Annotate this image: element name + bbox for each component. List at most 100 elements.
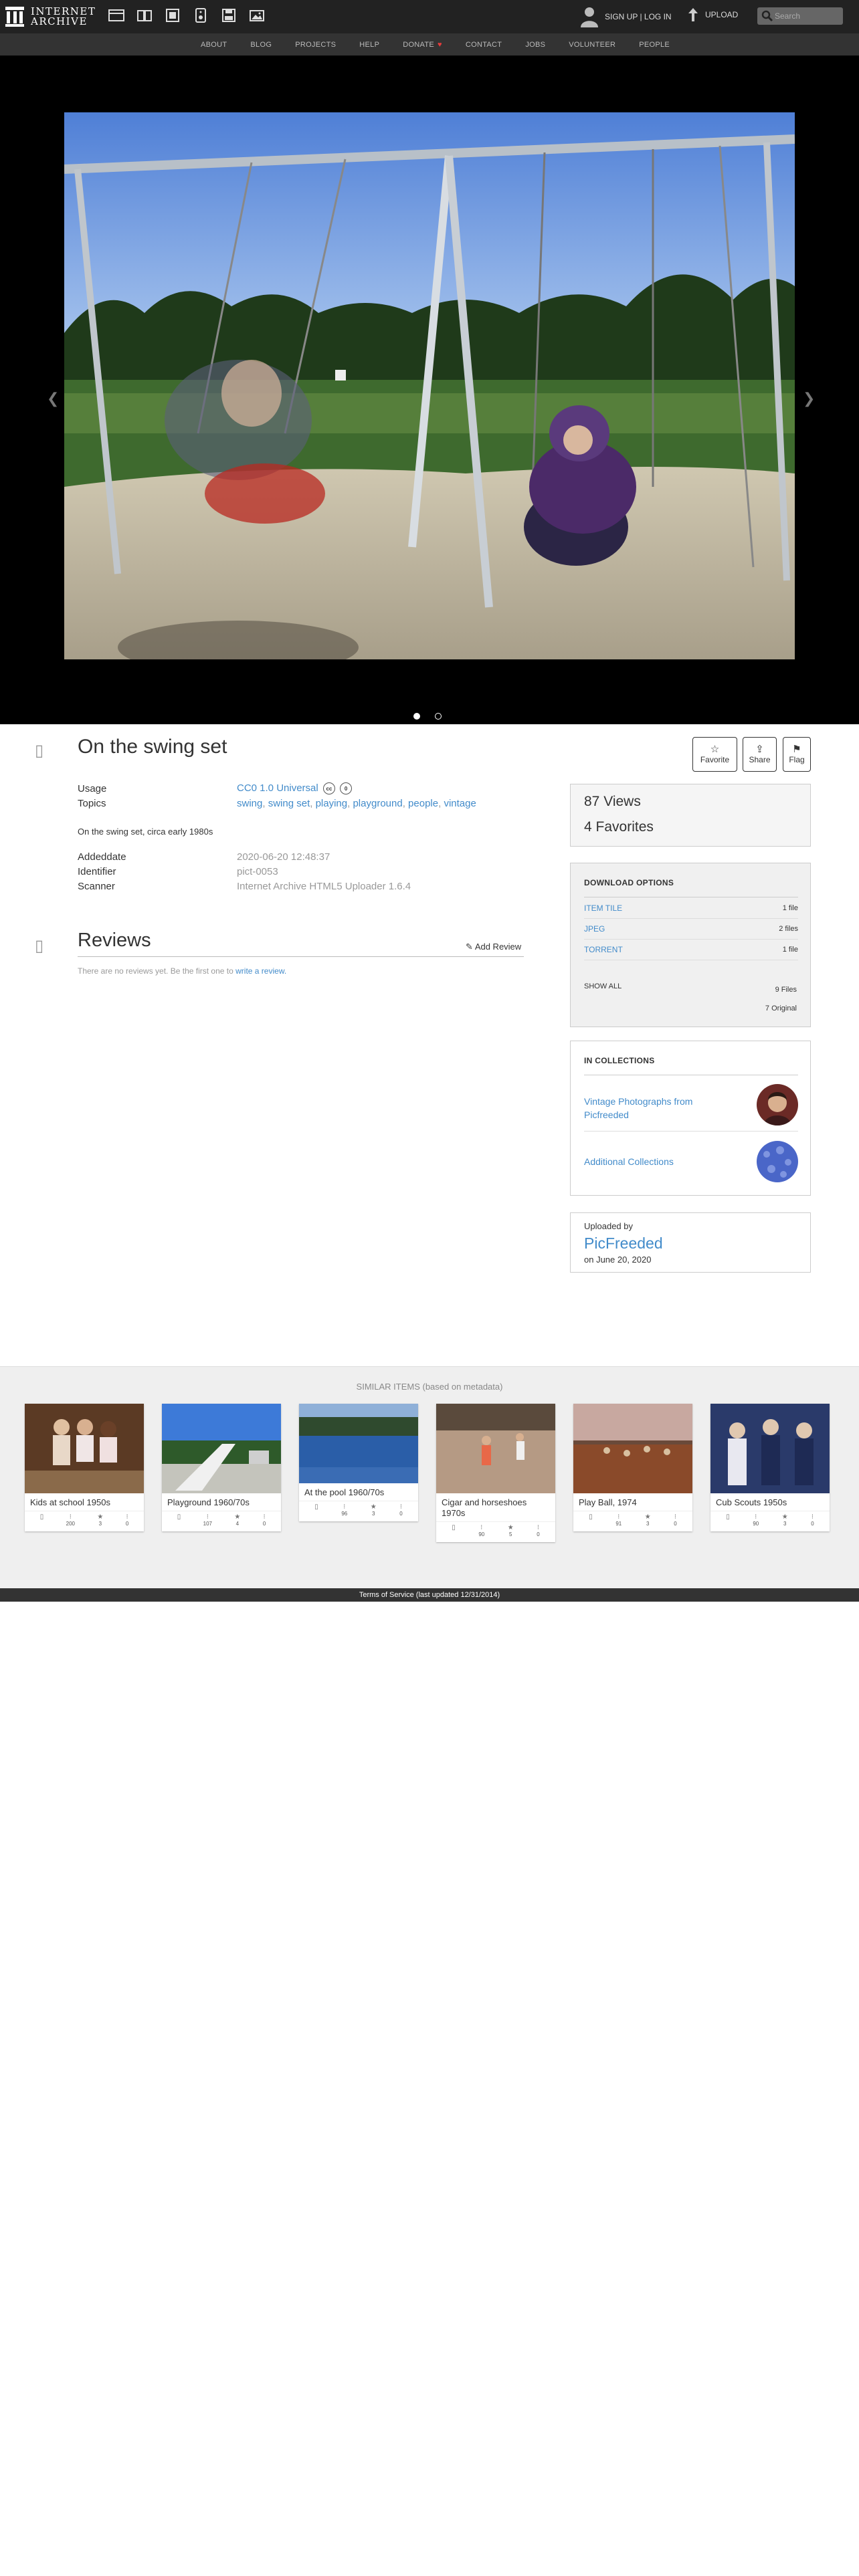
views-count: 200: [66, 1521, 75, 1527]
similar-item-thumbnail[interactable]: [25, 1404, 144, 1493]
similar-item-title[interactable]: Playground 1960/70s: [162, 1493, 281, 1511]
topic-link[interactable]: playing: [316, 798, 348, 809]
license-link[interactable]: CC0 1.0 Universal: [237, 782, 318, 794]
flag-button[interactable]: ⚑ Flag: [783, 737, 811, 772]
collection-link[interactable]: Vintage Photographs from Picfreeded: [584, 1095, 731, 1121]
main-photo[interactable]: [64, 112, 795, 659]
topic-link[interactable]: playground: [353, 798, 402, 809]
download-count: 1 file: [782, 904, 798, 912]
addeddate-value: 2020-06-20 12:48:37: [237, 851, 330, 863]
collection-thumbnail[interactable]: [757, 1141, 798, 1182]
topic-link[interactable]: vintage: [444, 798, 476, 809]
similar-item-thumbnail[interactable]: [162, 1404, 281, 1493]
carousel-dot-2[interactable]: [435, 713, 442, 720]
similar-item-card[interactable]: Playground 1960/70s ▯ ⁝ 107 ★ 4 ⁝ 0: [162, 1404, 281, 1531]
download-count: 2 files: [779, 925, 798, 933]
search-input[interactable]: [773, 11, 840, 21]
favorite-star-icon: ★: [370, 1503, 377, 1511]
image-type-icon: ▯: [177, 1513, 181, 1521]
similar-item-thumbnail[interactable]: [299, 1404, 418, 1483]
images-icon[interactable]: [248, 5, 266, 25]
download-format[interactable]: TORRENT: [584, 945, 623, 954]
download-format[interactable]: ITEM TILE: [584, 903, 622, 913]
similar-item-title[interactable]: Kids at school 1950s: [25, 1493, 144, 1511]
reviews-count: 0: [674, 1521, 677, 1527]
download-options-box: DOWNLOAD OPTIONS ITEM TILE 1 file JPEG 2…: [570, 863, 811, 1027]
user-avatar-icon[interactable]: [579, 5, 599, 28]
nav-people[interactable]: PEOPLE: [639, 41, 670, 49]
upload-button[interactable]: UPLOAD: [686, 7, 738, 23]
nav-projects[interactable]: PROJECTS: [295, 41, 336, 49]
similar-item-title[interactable]: Play Ball, 1974: [573, 1493, 692, 1511]
similar-item-card[interactable]: Cigar and horseshoes 1970s ▯ ⁝ 90 ★ 5 ⁝ 0: [436, 1404, 555, 1542]
collection-item[interactable]: Vintage Photographs from Picfreeded: [584, 1083, 798, 1132]
favorite-label: Favorite: [700, 755, 730, 764]
signup-login-link[interactable]: SIGN UP | LOG IN: [605, 12, 672, 21]
similar-item-thumbnail[interactable]: [710, 1404, 830, 1493]
favorites-count: 3: [783, 1521, 787, 1527]
favorite-button[interactable]: ☆ Favorite: [692, 737, 737, 772]
views-count: 87 Views: [584, 794, 641, 809]
carousel-dot-1[interactable]: [413, 713, 420, 720]
media-type-icons: [107, 5, 266, 25]
web-icon[interactable]: [107, 5, 126, 25]
nav-donate-label: DONATE: [403, 40, 435, 49]
scanner-row: Scanner Internet Archive HTML5 Uploader …: [78, 879, 533, 893]
download-row[interactable]: JPEG 2 files: [584, 919, 798, 940]
download-format[interactable]: JPEG: [584, 924, 605, 934]
terms-of-service-link[interactable]: Terms of Service (last updated 12/31/201…: [359, 1591, 500, 1599]
internet-archive-logo[interactable]: INTERNET ARCHIVE: [5, 4, 96, 29]
collection-link[interactable]: Additional Collections: [584, 1155, 731, 1168]
add-review-button[interactable]: ✎ Add Review: [466, 942, 521, 952]
favorites-count: 3: [98, 1521, 102, 1527]
similar-item-card[interactable]: Kids at school 1950s ▯ ⁝ 200 ★ 3 ⁝ 0: [25, 1404, 144, 1531]
similar-item-thumbnail[interactable]: [436, 1404, 555, 1493]
search-icon[interactable]: [761, 10, 773, 22]
uploader-link[interactable]: PicFreeded: [584, 1235, 663, 1253]
nav-about[interactable]: ABOUT: [201, 41, 227, 49]
views-count: 90: [753, 1521, 759, 1527]
collections-box: IN COLLECTIONS Vintage Photographs from …: [570, 1041, 811, 1196]
share-button[interactable]: ⇪ Share: [743, 737, 777, 772]
nav-donate[interactable]: DONATE ♥: [403, 41, 442, 49]
image-item-icon: ▯: [35, 741, 44, 760]
nav-volunteer[interactable]: VOLUNTEER: [569, 41, 615, 49]
similar-item-card[interactable]: At the pool 1960/70s ▯ ⁝ 96 ★ 3 ⁝ 0: [299, 1404, 418, 1521]
audio-icon[interactable]: [191, 5, 210, 25]
upload-icon: [688, 8, 698, 21]
nav-jobs[interactable]: JOBS: [525, 41, 545, 49]
page-title: On the swing set: [78, 736, 227, 758]
similar-item-title[interactable]: At the pool 1960/70s: [299, 1483, 418, 1501]
download-row[interactable]: ITEM TILE 1 file: [584, 898, 798, 919]
reviews-icon: ⁝: [263, 1513, 266, 1521]
similar-item-card[interactable]: Cub Scouts 1950s ▯ ⁝ 90 ★ 3 ⁝ 0: [710, 1404, 830, 1531]
collection-item[interactable]: Additional Collections: [584, 1139, 798, 1186]
nav-contact[interactable]: CONTACT: [466, 41, 502, 49]
image-theatre: ❮ ❯: [0, 56, 859, 724]
similar-item-card[interactable]: Play Ball, 1974 ▯ ⁝ 91 ★ 3 ⁝ 0: [573, 1404, 692, 1531]
reviews-heading: Reviews: [78, 930, 151, 951]
software-icon[interactable]: [219, 5, 238, 25]
nav-blog[interactable]: BLOG: [250, 41, 272, 49]
topic-link[interactable]: swing: [237, 798, 262, 809]
carousel-next-arrow-icon[interactable]: ❯: [803, 390, 815, 407]
topic-link[interactable]: people: [408, 798, 438, 809]
topic-link[interactable]: swing set: [268, 798, 310, 809]
write-review-link[interactable]: write a review.: [235, 966, 286, 976]
collection-thumbnail[interactable]: [757, 1084, 798, 1125]
favorites-count: 5: [509, 1531, 512, 1537]
carousel-prev-arrow-icon[interactable]: ❮: [47, 390, 59, 407]
download-row[interactable]: TORRENT 1 file: [584, 940, 798, 960]
nav-help[interactable]: HELP: [359, 41, 379, 49]
similar-item-stats: ▯ ⁝ 96 ★ 3 ⁝ 0: [299, 1501, 418, 1521]
image-type-icon: ▯: [452, 1524, 456, 1531]
similar-item-title[interactable]: Cub Scouts 1950s: [710, 1493, 830, 1511]
image-type-icon: ▯: [39, 1513, 44, 1521]
item-description: On the swing set, circa early 1980s: [78, 827, 213, 837]
show-all-link[interactable]: SHOW ALL: [584, 982, 622, 990]
texts-icon[interactable]: [135, 5, 154, 25]
cc-icon: cc: [322, 782, 335, 795]
similar-item-title[interactable]: Cigar and horseshoes 1970s: [436, 1493, 555, 1521]
similar-item-thumbnail[interactable]: [573, 1404, 692, 1493]
video-icon[interactable]: [163, 5, 182, 25]
